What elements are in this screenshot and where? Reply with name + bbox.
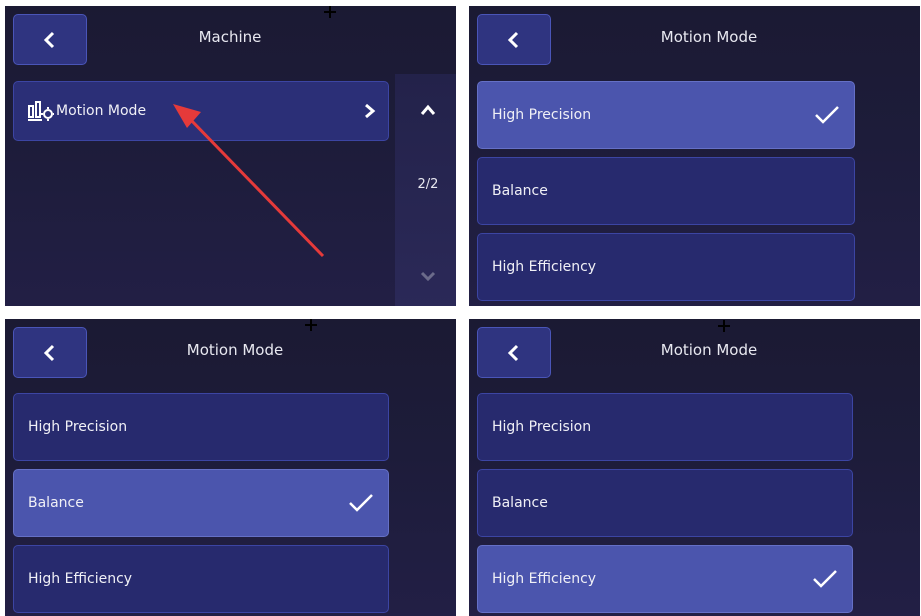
back-button[interactable] [477, 327, 551, 378]
option-high-precision[interactable]: High Precision [477, 81, 855, 149]
back-button[interactable] [13, 14, 87, 65]
option-high-precision[interactable]: High Precision [13, 393, 389, 461]
crosshair-mark [305, 319, 317, 331]
motion-mode-icon [28, 101, 54, 121]
check-icon [815, 106, 839, 124]
chevron-left-icon [43, 31, 55, 48]
chevron-right-icon [365, 103, 376, 119]
page-title: Motion Mode [186, 341, 284, 359]
page-title: Motion Mode [660, 341, 758, 359]
option-high-efficiency[interactable]: High Efficiency [13, 545, 389, 613]
option-label: High Precision [492, 107, 592, 123]
crosshair-mark [324, 6, 336, 18]
check-icon [813, 570, 837, 588]
chevron-down-icon[interactable] [420, 270, 436, 282]
option-high-efficiency[interactable]: High Efficiency [477, 233, 855, 301]
option-label: High Precision [492, 419, 592, 435]
motion-mode-screen-3: Motion Mode High Precision Balance High … [469, 319, 920, 616]
motion-mode-label: Motion Mode [56, 103, 147, 119]
page-sidebar: 2/2 [395, 74, 456, 306]
back-button[interactable] [13, 327, 87, 378]
chevron-left-icon [507, 31, 519, 48]
back-button[interactable] [477, 14, 551, 65]
chevron-left-icon [43, 344, 55, 361]
option-label: Balance [28, 495, 84, 511]
option-high-precision[interactable]: High Precision [477, 393, 853, 461]
check-icon [349, 494, 373, 512]
option-balance[interactable]: Balance [477, 157, 855, 225]
page-title: Motion Mode [660, 28, 758, 46]
option-label: Balance [492, 495, 548, 511]
option-high-efficiency[interactable]: High Efficiency [477, 545, 853, 613]
option-label: High Efficiency [492, 259, 597, 275]
machine-screen: Machine Motion Mode 2/2 [5, 6, 456, 306]
option-label: Balance [492, 183, 548, 199]
page-indicator: 2/2 [417, 177, 439, 192]
option-label: High Efficiency [28, 571, 133, 587]
option-balance[interactable]: Balance [13, 469, 389, 537]
option-label: High Precision [28, 419, 128, 435]
crosshair-mark [718, 320, 730, 332]
motion-mode-screen-1: Motion Mode High Precision Balance High … [469, 6, 920, 306]
motion-mode-menu-item[interactable]: Motion Mode [13, 81, 389, 141]
option-label: High Efficiency [492, 571, 597, 587]
option-balance[interactable]: Balance [477, 469, 853, 537]
page-title: Machine [198, 28, 262, 46]
chevron-left-icon [507, 344, 519, 361]
motion-mode-screen-2: Motion Mode High Precision Balance High … [5, 319, 456, 616]
chevron-up-icon[interactable] [420, 104, 436, 116]
